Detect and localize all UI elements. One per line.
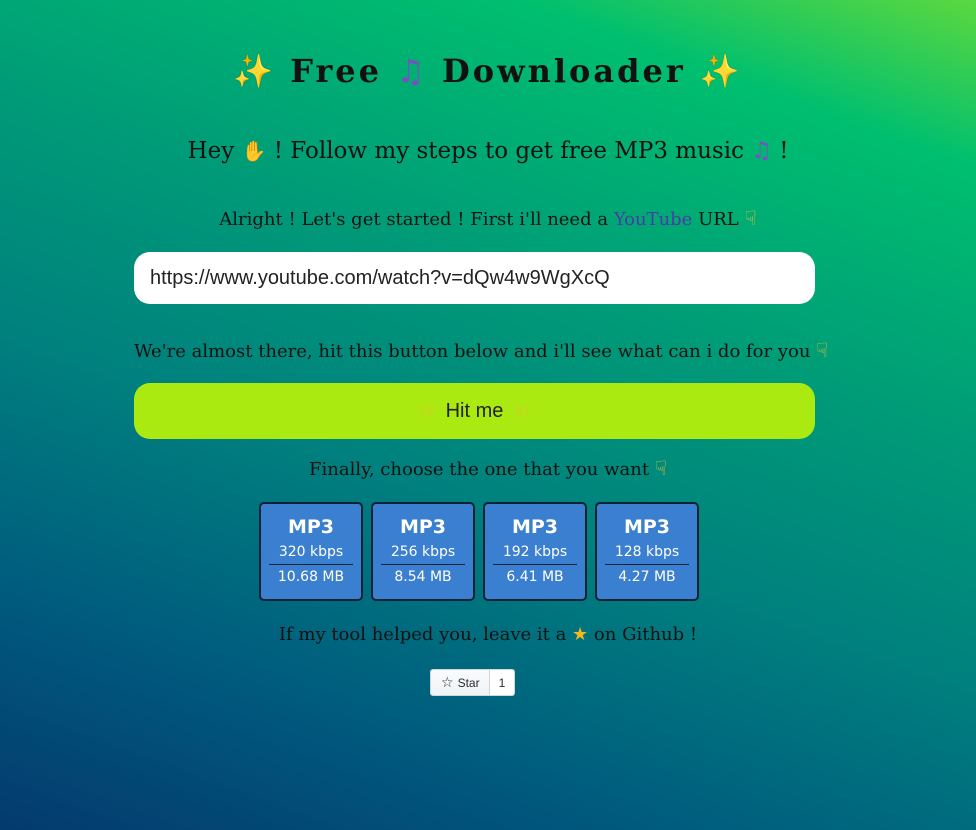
footer-text-before: If my tool helped you, leave it a — [278, 624, 567, 645]
musical-note-icon: ♫ — [751, 138, 772, 164]
hit-me-button[interactable]: ☞ Hit me ☜ — [134, 383, 815, 439]
github-star-label: Star — [457, 675, 480, 690]
step-url-instruction: Alright ! Let's get started ! First i'll… — [0, 206, 976, 230]
format-option-256[interactable]: MP3 256 kbps 8.54 MB — [371, 502, 475, 601]
page-title: ✨ Free ♫ Downloader ✨ — [0, 52, 976, 90]
format-name: MP3 — [399, 516, 447, 538]
format-options: MP3 320 kbps 10.68 MB MP3 256 kbps 8.54 … — [259, 502, 699, 601]
format-bitrate: 128 kbps — [605, 542, 689, 565]
pointing-down-hand-icon: ☟ — [744, 206, 757, 230]
format-size: 8.54 MB — [394, 569, 452, 585]
sparkles-icon: ✨ — [699, 52, 743, 90]
format-option-192[interactable]: MP3 192 kbps 6.41 MB — [483, 502, 587, 601]
pointing-left-hand-icon: ☜ — [511, 399, 530, 423]
pointing-right-hand-icon: ☞ — [419, 399, 438, 423]
step-button-instruction: We're almost there, hit this button belo… — [134, 338, 834, 362]
format-name: MP3 — [287, 516, 335, 538]
youtube-link[interactable]: YouTube — [614, 209, 693, 230]
star-outline-icon: ☆ — [441, 674, 454, 691]
subtitle-end: ! — [779, 138, 789, 164]
youtube-url-input[interactable] — [134, 252, 815, 304]
format-option-128[interactable]: MP3 128 kbps 4.27 MB — [595, 502, 699, 601]
musical-note-icon: ♫ — [396, 52, 428, 90]
pointing-down-hand-icon: ☟ — [816, 338, 829, 362]
step-button-text: We're almost there, hit this button belo… — [134, 341, 811, 362]
format-bitrate: 320 kbps — [269, 542, 353, 565]
waving-hand-icon: ✋ — [241, 139, 267, 163]
hit-me-label: Hit me — [445, 399, 504, 422]
step-url-text-after: URL — [698, 209, 739, 230]
sparkles-icon: ✨ — [233, 52, 277, 90]
title-free: Free — [290, 52, 383, 90]
subtitle: Hey ✋ ! Follow my steps to get free MP3 … — [0, 138, 976, 164]
format-size: 10.68 MB — [277, 569, 345, 585]
format-size: 4.27 MB — [618, 569, 676, 585]
format-bitrate: 256 kbps — [381, 542, 465, 565]
format-name: MP3 — [511, 516, 559, 538]
step-choose-text: Finally, choose the one that you want — [309, 459, 650, 480]
format-option-320[interactable]: MP3 320 kbps 10.68 MB — [259, 502, 363, 601]
title-downloader: Downloader — [441, 52, 686, 90]
github-star-widget: ☆ Star 1 — [430, 669, 516, 696]
github-star-count[interactable]: 1 — [489, 669, 516, 696]
subtitle-hey: Hey — [187, 138, 235, 164]
format-name: MP3 — [623, 516, 671, 538]
footer-github-message: If my tool helped you, leave it a ★ on G… — [0, 624, 976, 645]
footer-text-after: on Github ! — [593, 624, 698, 645]
step-url-text-before: Alright ! Let's get started ! First i'll… — [219, 209, 609, 230]
star-icon: ★ — [572, 624, 589, 645]
github-star-button[interactable]: ☆ Star — [430, 669, 490, 696]
format-size: 6.41 MB — [506, 569, 564, 585]
subtitle-text: ! Follow my steps to get free MP3 music — [273, 138, 744, 164]
step-choose-instruction: Finally, choose the one that you want ☟ — [0, 456, 976, 480]
format-bitrate: 192 kbps — [493, 542, 577, 565]
pointing-down-hand-icon: ☟ — [654, 456, 667, 480]
